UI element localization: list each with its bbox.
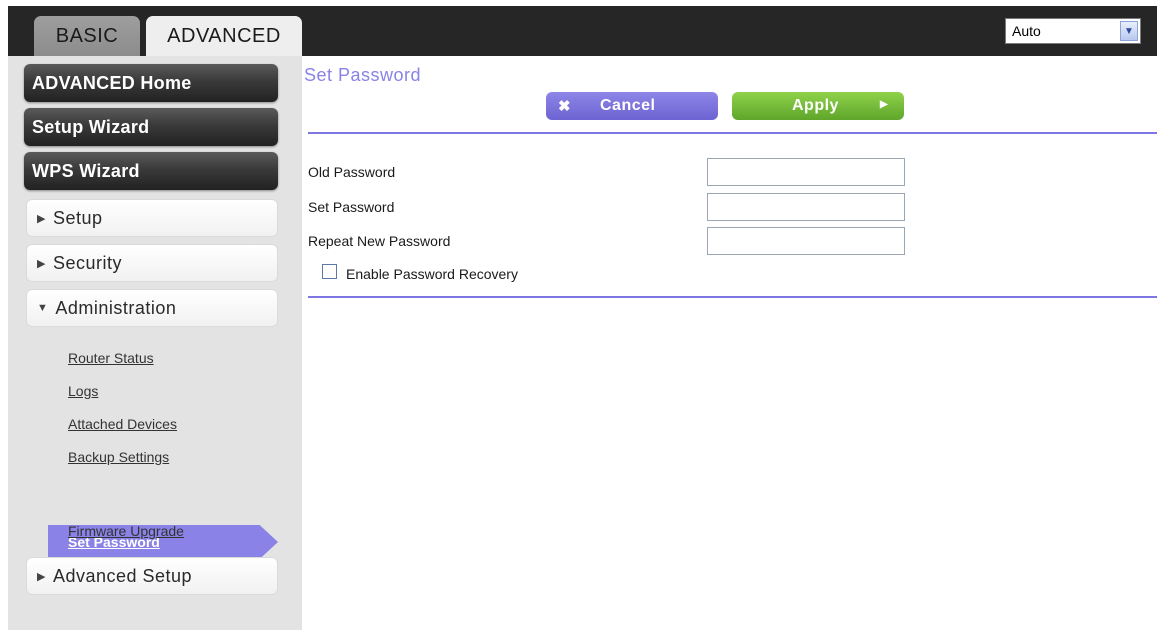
- sidebar-item-administration[interactable]: ▼ Administration: [26, 289, 278, 327]
- chevron-down-icon[interactable]: ▼: [1120, 21, 1138, 41]
- sidebar-advanced-home-button[interactable]: ADVANCED Home: [24, 64, 278, 102]
- caret-right-icon: ▶: [37, 257, 46, 270]
- sidebar-item-security[interactable]: ▶ Security: [26, 244, 278, 282]
- apply-button-label: Apply: [792, 97, 839, 114]
- old-password-label: Old Password: [308, 164, 396, 180]
- tab-basic[interactable]: BASIC: [34, 16, 140, 56]
- close-icon: ✖: [558, 98, 571, 115]
- sidebar-item-label: Security: [52, 252, 122, 273]
- language-select[interactable]: Auto ▼: [1005, 18, 1141, 44]
- sidebar-link-firmware-upgrade[interactable]: Firmware Upgrade: [68, 523, 184, 539]
- tab-advanced[interactable]: ADVANCED: [146, 16, 302, 56]
- main-content: Set Password ✖ Cancel Apply ▶ Old Passwo…: [302, 56, 1157, 630]
- sidebar-item-label: Advanced Setup: [52, 565, 193, 586]
- sidebar-wps-wizard-button[interactable]: WPS Wizard: [24, 152, 278, 190]
- sidebar-setup-wizard-button[interactable]: Setup Wizard: [24, 108, 278, 146]
- password-recovery-checkbox[interactable]: [322, 264, 337, 279]
- sidebar-link-router-status[interactable]: Router Status: [68, 350, 154, 366]
- sidebar-item-label: Setup: [52, 207, 103, 228]
- set-password-label: Set Password: [308, 199, 395, 215]
- cancel-button[interactable]: ✖ Cancel: [546, 92, 718, 120]
- router-admin-window: BASIC ADVANCED Auto ▼ ADVANCED Home Setu…: [8, 6, 1157, 630]
- caret-right-icon: ▶: [37, 570, 46, 583]
- language-select-value: Auto: [1012, 23, 1041, 39]
- sidebar-link-backup-settings[interactable]: Backup Settings: [68, 449, 169, 465]
- password-recovery-label: Enable Password Recovery: [346, 266, 518, 282]
- divider: [308, 296, 1157, 298]
- sidebar-link-logs[interactable]: Logs: [68, 383, 98, 399]
- sidebar: ADVANCED Home Setup Wizard WPS Wizard ▶ …: [8, 56, 302, 630]
- top-bar: BASIC ADVANCED Auto ▼: [8, 6, 1157, 56]
- sidebar-item-advanced-setup[interactable]: ▶ Advanced Setup: [26, 557, 278, 595]
- apply-button[interactable]: Apply ▶: [732, 92, 904, 120]
- repeat-password-label: Repeat New Password: [308, 233, 451, 249]
- sidebar-item-label: Administration: [55, 297, 177, 318]
- old-password-input[interactable]: [707, 158, 905, 186]
- caret-right-icon: ▶: [880, 99, 888, 110]
- page-title: Set Password: [304, 65, 422, 85]
- sidebar-link-attached-devices[interactable]: Attached Devices: [68, 416, 177, 432]
- caret-down-icon: ▼: [37, 302, 49, 314]
- set-password-input[interactable]: [707, 193, 905, 221]
- cancel-button-label: Cancel: [600, 97, 656, 114]
- divider: [308, 132, 1157, 134]
- caret-right-icon: ▶: [37, 212, 46, 225]
- sidebar-item-setup[interactable]: ▶ Setup: [26, 199, 278, 237]
- repeat-password-input[interactable]: [707, 227, 905, 255]
